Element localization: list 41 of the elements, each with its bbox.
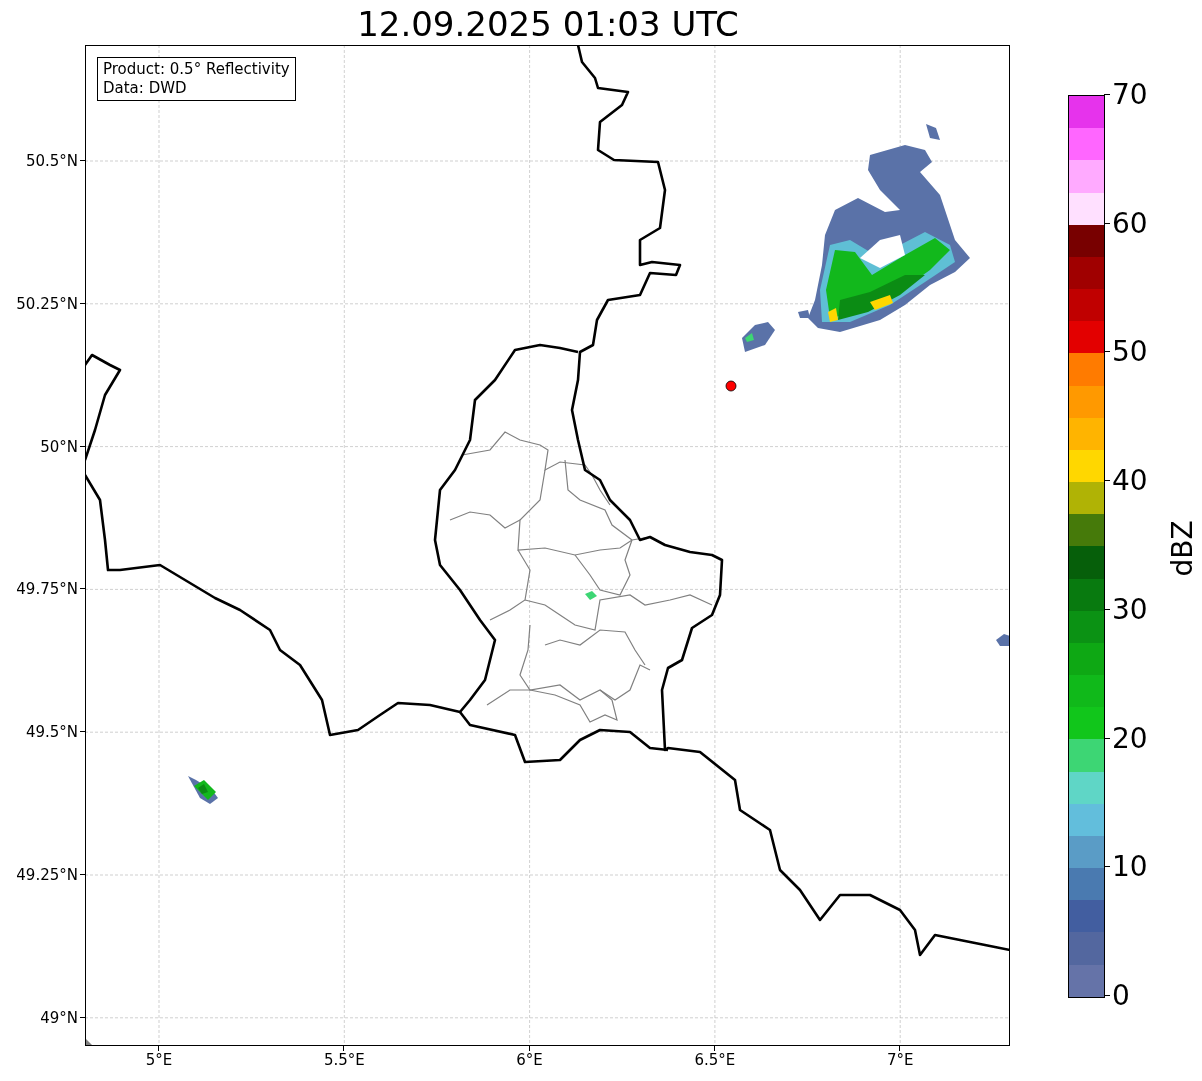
axis-label: 5°E <box>145 1051 173 1069</box>
tick-mark <box>80 160 85 161</box>
radar-echo-drawing <box>585 591 597 600</box>
colorbar-tick-label: 0 <box>1112 979 1130 1012</box>
map-corner-mark <box>85 1038 93 1046</box>
colorbar-tick-label: 60 <box>1112 206 1148 240</box>
tick-mark <box>80 302 85 304</box>
radar-echo-drawing <box>996 634 1010 646</box>
axis-label: 50.25°N <box>16 294 78 313</box>
tick-mark <box>80 731 85 733</box>
axis-label: 50°N <box>40 437 78 456</box>
colorbar-title: dBZ <box>1165 519 1199 577</box>
colorbar-tick-label: 70 <box>1112 78 1148 111</box>
tick-mark <box>528 1046 530 1051</box>
tick-mark <box>80 874 85 875</box>
tick-mark <box>80 445 85 447</box>
axis-label: 49.75°N <box>16 580 78 599</box>
tick-mark <box>80 1016 85 1018</box>
axis-label: 49.25°N <box>16 866 78 884</box>
colorbar-tick-label: 50 <box>1112 335 1148 369</box>
radar-echo-drawing <box>188 776 218 804</box>
colorbar-tick-label: 10 <box>1112 850 1148 884</box>
axis-label: 49.5°N <box>25 723 78 742</box>
tick-mark <box>343 1046 345 1051</box>
colorbar-tick-label: 40 <box>1112 464 1148 498</box>
tick-mark <box>713 1046 715 1051</box>
axis-label: 5.5°E <box>323 1051 365 1069</box>
chart-title: 12.09.2025 01:03 UTC <box>356 3 740 45</box>
axis-label: 6°E <box>516 1051 543 1069</box>
axis-label: 7°E <box>886 1051 914 1069</box>
colorbar-tick-label: 30 <box>1112 592 1148 626</box>
location-marker <box>725 380 737 392</box>
tick-mark <box>80 588 85 590</box>
info-text: Product: 0.5° Reflectivity <box>103 60 290 79</box>
colorbar-tick-label: 20 <box>1112 721 1148 755</box>
tick-mark <box>899 1046 901 1051</box>
info-text: Data: DWD <box>103 79 188 98</box>
axis-label: 49°N <box>40 1008 78 1027</box>
axis-label: 50.5°N <box>25 152 78 170</box>
axis-label: 6.5°E <box>694 1051 736 1069</box>
tick-mark <box>158 1046 159 1051</box>
